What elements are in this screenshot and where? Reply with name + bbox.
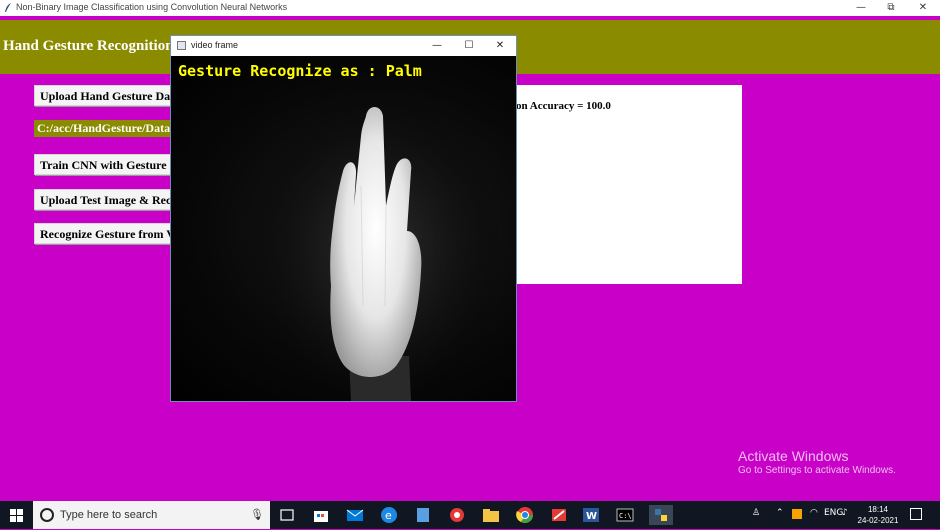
- chrome-icon[interactable]: [515, 505, 535, 525]
- feather-icon: [5, 3, 11, 12]
- close-button[interactable]: ✕: [907, 0, 939, 16]
- people-icon[interactable]: ♙: [752, 508, 760, 518]
- video-frame-image: Gesture Recognize as : Palm: [171, 56, 516, 401]
- search-icon: [40, 508, 54, 522]
- palm-hand-image: [246, 86, 506, 401]
- notes-icon[interactable]: [413, 505, 433, 525]
- terminal-icon[interactable]: C:\: [615, 505, 635, 525]
- output-text-area[interactable]: on Accuracy = 100.0: [478, 85, 742, 284]
- taskbar-search-box[interactable]: Type here to search 🎙: [33, 501, 270, 529]
- task-view-icon[interactable]: [277, 505, 297, 525]
- restore-button[interactable]: ⧉: [875, 0, 907, 16]
- file-explorer-icon[interactable]: [481, 505, 501, 525]
- recognize-video-button[interactable]: Recognize Gesture from Video: [34, 223, 184, 244]
- video-frame-window[interactable]: video frame — ☐ ✕ Gesture Recognize as:…: [170, 35, 517, 402]
- search-placeholder: Type here to search: [60, 509, 158, 521]
- volume-icon[interactable]: ♪: [842, 508, 848, 518]
- upload-test-image-button[interactable]: Upload Test Image & Recognize Gesture: [34, 189, 184, 210]
- chevron-up-icon[interactable]: ⌃: [776, 508, 784, 518]
- python-icon[interactable]: [649, 505, 673, 525]
- activate-windows-title: Activate Windows: [738, 448, 849, 464]
- taskbar: Type here to search 🎙 e W C:\ ♙ ⌃ ◠ ENG …: [0, 501, 940, 529]
- video-window-title: video frame: [191, 40, 239, 50]
- notification-icon[interactable]: [910, 508, 922, 520]
- minimize-button[interactable]: —: [845, 0, 877, 16]
- dataset-path-label: C:/acc/HandGesture/Dataset: [34, 120, 184, 137]
- video-window-titlebar[interactable]: video frame — ☐ ✕: [171, 36, 516, 56]
- mail-icon[interactable]: [345, 505, 365, 525]
- paint-icon[interactable]: [549, 505, 569, 525]
- activate-windows-subtitle: Go to Settings to activate Windows.: [738, 465, 896, 476]
- train-cnn-button[interactable]: Train CNN with Gesture Images: [34, 154, 184, 175]
- upload-dataset-button[interactable]: Upload Hand Gesture Dataset: [34, 85, 184, 106]
- svg-text:W: W: [586, 511, 597, 522]
- window-titlebar: Non-Binary Image Classification using Co…: [0, 0, 940, 17]
- accuracy-text: on Accuracy = 100.0: [516, 100, 611, 112]
- video-maximize-button[interactable]: ☐: [453, 36, 485, 56]
- page-title: Hand Gesture Recognition: [3, 38, 174, 54]
- gesture-result-text: Gesture Recognize as : Palm: [178, 62, 422, 80]
- clock-date: 24-02-2021: [857, 516, 899, 525]
- language-indicator[interactable]: ENG: [824, 508, 843, 518]
- tray-app-icon[interactable]: [792, 509, 802, 519]
- clock-time: 18:14: [867, 505, 889, 514]
- windows-logo-icon: [10, 509, 23, 522]
- microphone-icon[interactable]: 🎙: [250, 508, 264, 521]
- word-icon[interactable]: W: [581, 505, 601, 525]
- svg-text:e: e: [385, 509, 392, 522]
- wifi-icon[interactable]: ◠: [810, 508, 818, 518]
- video-close-button[interactable]: ✕: [484, 36, 516, 56]
- app-icon-red[interactable]: [447, 505, 467, 525]
- window-title: Non-Binary Image Classification using Co…: [16, 2, 288, 12]
- video-minimize-button[interactable]: —: [421, 36, 453, 56]
- edge-icon[interactable]: e: [379, 505, 399, 525]
- store-icon[interactable]: [311, 505, 331, 525]
- system-clock[interactable]: 18:14 24-02-2021: [856, 504, 900, 526]
- svg-text:C:\: C:\: [619, 512, 632, 520]
- start-button[interactable]: [0, 501, 33, 529]
- window-icon: [177, 41, 186, 50]
